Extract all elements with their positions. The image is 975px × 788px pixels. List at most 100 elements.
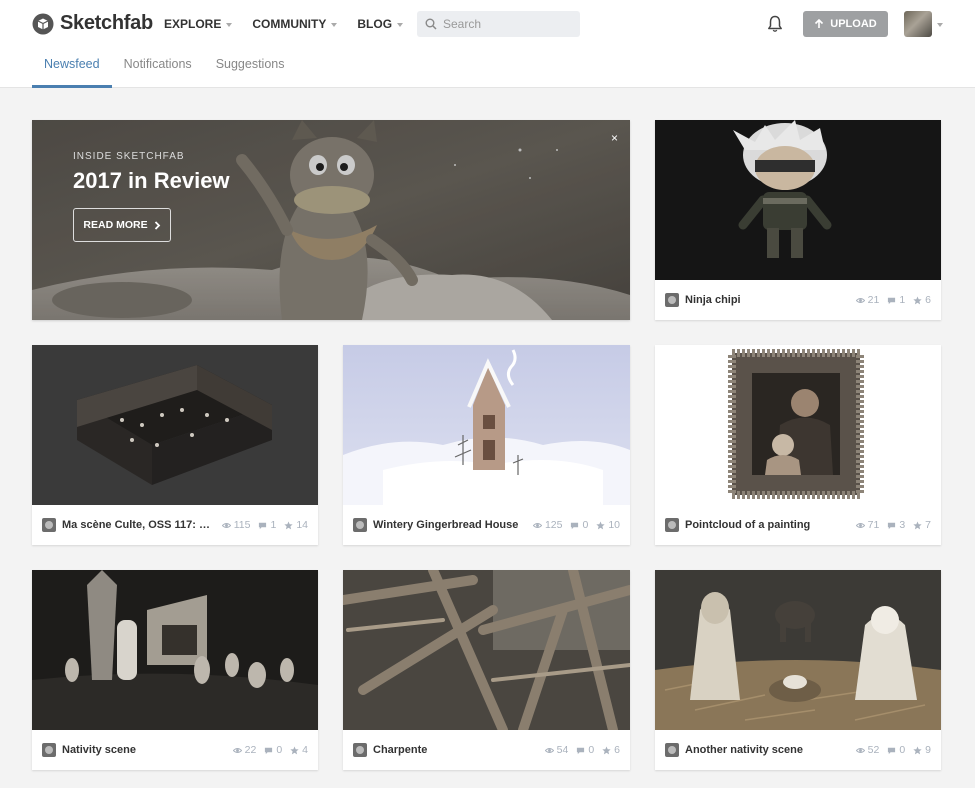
comments-count: 0 [588,744,595,756]
comments-stat: 0 [887,744,905,756]
model-title[interactable]: Charpente [373,744,539,756]
model-card[interactable]: Wintery Gingerbread House 125 0 10 [343,345,630,545]
model-thumbnail[interactable] [343,345,630,505]
comment-icon [888,297,896,304]
model-title[interactable]: Pointcloud of a painting [685,519,850,531]
likes-stat[interactable]: 6 [913,294,931,306]
author-avatar[interactable] [665,743,679,757]
upload-button[interactable]: UPLOAD [803,11,888,37]
views-count: 125 [544,519,563,531]
views-count: 71 [867,519,880,531]
nav-blog-label: BLOG [357,17,393,31]
upload-label: UPLOAD [830,18,877,30]
promo-title: 2017 in Review [73,168,230,193]
model-title[interactable]: Nativity scene [62,744,227,756]
comments-count: 3 [899,519,906,531]
star-icon [596,520,605,529]
eye-icon [532,522,542,528]
comments-stat: 3 [887,519,905,531]
star-icon [913,295,922,304]
comment-icon [571,522,579,529]
nav-community[interactable]: COMMUNITY [252,17,338,31]
author-avatar[interactable] [665,518,679,532]
user-menu[interactable] [904,11,943,37]
model-thumbnail[interactable] [655,570,941,730]
model-stats: 22 0 4 [232,744,308,756]
nav-community-label: COMMUNITY [252,17,327,31]
author-avatar[interactable] [42,518,56,532]
chevron-right-icon [154,220,160,230]
model-card[interactable]: Charpente 54 0 6 [343,570,630,770]
eye-icon [544,747,554,753]
top-bar: Sketchfab EXPLORE COMMUNITY BLOG UPLOAD [0,0,975,88]
avatar [904,11,932,37]
author-avatar[interactable] [665,293,679,307]
nav-explore[interactable]: EXPLORE [164,17,233,31]
model-card[interactable]: Ma scène Culte, OSS 117: Le Ca... 115 1 … [32,345,318,545]
promo-banner: INSIDE SKETCHFAB 2017 in Review READ MOR… [32,120,630,320]
nav-explore-label: EXPLORE [164,17,222,31]
likes-count: 10 [608,519,620,531]
sketchfab-logo-icon [32,13,54,34]
eye-icon [232,747,242,753]
star-icon [913,745,922,754]
views-count: 21 [867,294,880,306]
author-avatar[interactable] [353,743,367,757]
model-title[interactable]: Ma scène Culte, OSS 117: Le Ca... [62,519,216,531]
eye-icon [855,297,865,303]
model-card[interactable]: Pointcloud of a painting 71 3 7 [655,345,941,545]
likes-stat[interactable]: 14 [284,519,308,531]
brand-name: Sketchfab [60,12,153,34]
model-thumbnail[interactable] [32,345,318,505]
model-card[interactable]: Nativity scene 22 0 4 [32,570,318,770]
model-thumbnail[interactable] [343,570,630,730]
likes-stat[interactable]: 9 [913,744,931,756]
comments-stat: 1 [258,519,276,531]
comments-count: 1 [270,519,277,531]
likes-stat[interactable]: 10 [596,519,620,531]
close-icon[interactable]: × [611,131,618,145]
sketchfab-logo[interactable]: Sketchfab [32,12,153,35]
model-info: Another nativity scene 52 0 9 [655,730,941,770]
search-input[interactable] [443,17,573,31]
eye-icon [855,747,865,753]
likes-count: 4 [302,744,308,756]
likes-count: 7 [925,519,931,531]
chevron-down-icon [937,22,943,27]
model-info: Charpente 54 0 6 [343,730,630,770]
star-icon [290,745,299,754]
likes-count: 6 [614,744,620,756]
views-count: 54 [556,744,569,756]
likes-stat[interactable]: 7 [913,519,931,531]
model-title[interactable]: Ninja chipi [685,294,850,306]
author-avatar[interactable] [353,518,367,532]
comment-icon [888,522,896,529]
tab-newsfeed[interactable]: Newsfeed [32,56,112,88]
views-stat: 21 [855,294,880,306]
model-thumbnail[interactable] [655,120,941,280]
model-title[interactable]: Wintery Gingerbread House [373,519,527,531]
read-more-button[interactable]: READ MORE [73,208,171,242]
read-more-label: READ MORE [83,219,148,231]
model-stats: 21 1 6 [855,294,931,306]
model-title[interactable]: Another nativity scene [685,744,850,756]
nav-blog[interactable]: BLOG [357,17,404,31]
model-thumbnail[interactable] [32,570,318,730]
model-card[interactable]: Ninja chipi 21 1 6 [655,120,941,320]
likes-stat[interactable]: 4 [290,744,308,756]
views-stat: 115 [221,519,250,531]
tab-suggestions[interactable]: Suggestions [204,56,297,88]
model-thumbnail[interactable] [655,345,941,505]
model-info: Nativity scene 22 0 4 [32,730,318,770]
comments-count: 0 [582,519,589,531]
model-info: Ma scène Culte, OSS 117: Le Ca... 115 1 … [32,505,318,545]
eye-icon [221,522,231,528]
chevron-down-icon [397,22,404,27]
upload-arrow-icon [815,19,824,28]
comments-count: 0 [276,744,283,756]
likes-stat[interactable]: 6 [602,744,620,756]
author-avatar[interactable] [42,743,56,757]
notifications-bell-icon[interactable] [766,14,784,34]
model-card[interactable]: Another nativity scene 52 0 9 [655,570,941,770]
tab-notifications[interactable]: Notifications [112,56,204,88]
